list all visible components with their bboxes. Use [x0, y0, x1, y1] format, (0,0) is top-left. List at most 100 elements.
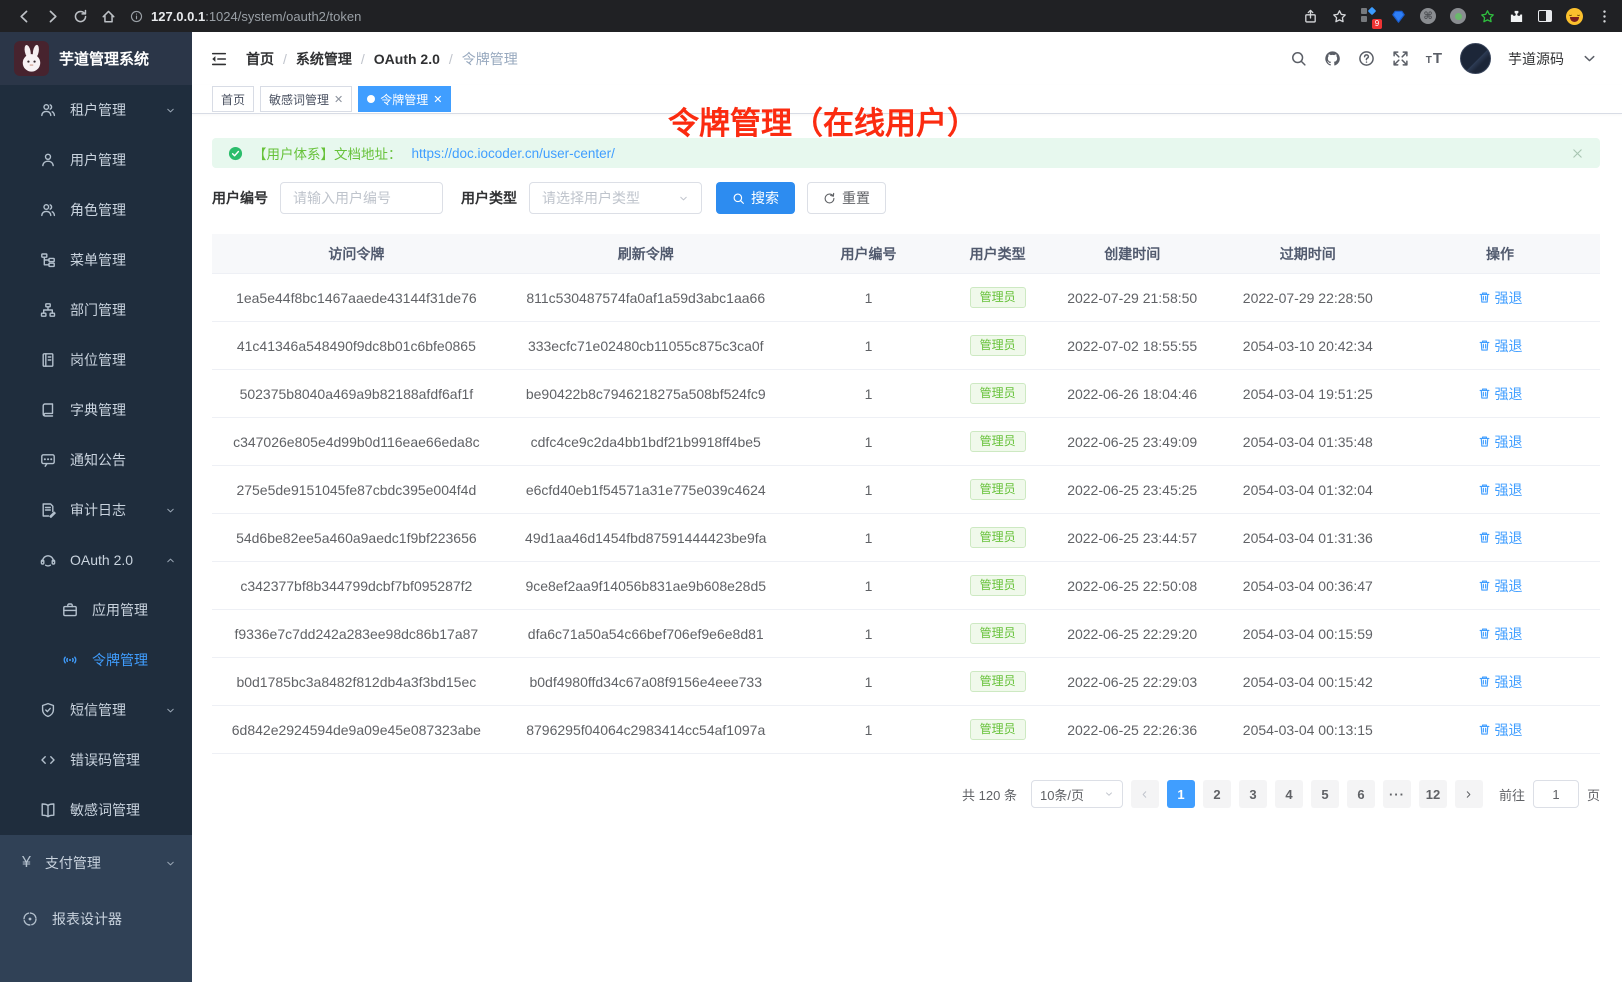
tab-label: 令牌管理 — [380, 91, 428, 108]
force-logout-button[interactable]: 强退 — [1478, 432, 1523, 452]
force-logout-button[interactable]: 强退 — [1478, 384, 1523, 404]
cell-user-id: 1 — [791, 338, 946, 354]
share-icon[interactable] — [1303, 9, 1318, 24]
browser-forward-button[interactable] — [38, 2, 66, 30]
search-button[interactable]: 搜索 — [716, 182, 795, 214]
cell-action: 强退 — [1400, 528, 1600, 548]
extension-cmd-icon[interactable]: ⌘ — [1420, 8, 1436, 24]
tab-close-icon[interactable]: ✕ — [433, 93, 442, 106]
site-info-icon[interactable] — [130, 10, 143, 23]
page-button-4[interactable]: 4 — [1275, 780, 1303, 808]
sidebar-item-租户管理[interactable]: 租户管理 — [0, 85, 192, 135]
page-button-2[interactable]: 2 — [1203, 780, 1231, 808]
user-type-select[interactable]: 请选择用户类型 — [529, 182, 702, 214]
search-icon[interactable] — [1290, 50, 1307, 67]
force-logout-button[interactable]: 强退 — [1478, 720, 1523, 740]
sidebar-collapse-icon[interactable] — [210, 50, 228, 68]
font-size-icon[interactable]: TT — [1426, 50, 1443, 67]
user-id-input[interactable] — [293, 190, 430, 206]
side-panel-icon[interactable] — [1538, 10, 1552, 22]
trash-icon — [1478, 579, 1491, 592]
tab-close-icon[interactable]: ✕ — [334, 93, 343, 106]
force-logout-button[interactable]: 强退 — [1478, 576, 1523, 596]
force-logout-button[interactable]: 强退 — [1478, 624, 1523, 644]
cell-created-time: 2022-06-25 23:45:25 — [1049, 482, 1216, 498]
page-ellipsis[interactable]: ··· — [1383, 780, 1411, 808]
browser-menu-icon[interactable] — [1597, 9, 1612, 24]
extension-colorpicker-icon[interactable]: 9 — [1361, 8, 1377, 24]
cell-created-time: 2022-07-02 18:55:55 — [1049, 338, 1216, 354]
user-avatar[interactable] — [1460, 43, 1491, 74]
sidebar-item-报表设计器[interactable]: 报表设计器 — [0, 891, 192, 947]
sidebar-item-OAuth 2.0[interactable]: OAuth 2.0 — [0, 535, 192, 585]
fullscreen-icon[interactable] — [1392, 50, 1409, 67]
app-icon — [62, 602, 78, 618]
alert-close-icon[interactable] — [1571, 147, 1584, 160]
extensions-puzzle-icon[interactable] — [1509, 9, 1524, 24]
extension-recorder-icon[interactable] — [1450, 8, 1466, 24]
sidebar-item-菜单管理[interactable]: 菜单管理 — [0, 235, 192, 285]
sidebar-item-label: 用户管理 — [70, 150, 126, 170]
profile-emoji-avatar[interactable] — [1566, 8, 1583, 25]
github-icon[interactable] — [1324, 50, 1341, 67]
sidebar-item-岗位管理[interactable]: 岗位管理 — [0, 335, 192, 385]
browser-home-button[interactable] — [94, 2, 122, 30]
sidebar-item-应用管理[interactable]: 应用管理 — [0, 585, 192, 635]
sidebar-item-label: 菜单管理 — [70, 250, 126, 270]
page-size-select[interactable]: 10条/页 — [1031, 780, 1123, 808]
breadcrumb-item[interactable]: 系统管理 — [296, 49, 352, 69]
cell-expire-time: 2054-03-10 20:42:34 — [1215, 338, 1400, 354]
prev-page-button[interactable] — [1131, 780, 1159, 808]
breadcrumb-item[interactable]: 首页 — [246, 49, 274, 69]
page-button-6[interactable]: 6 — [1347, 780, 1375, 808]
cell-access-token: 41c41346a548490f9dc8b01c6bfe0865 — [212, 338, 501, 354]
doc-link[interactable]: https://doc.iocoder.cn/user-center/ — [412, 146, 615, 161]
user-menu-caret-icon[interactable] — [1581, 50, 1598, 67]
force-logout-button[interactable]: 强退 — [1478, 528, 1523, 548]
sidebar-item-通知公告[interactable]: 通知公告 — [0, 435, 192, 485]
tab-令牌管理[interactable]: 令牌管理 ✕ — [358, 86, 451, 112]
table-row: 1ea5e44f8bc1467aaede43144f31de76811c5304… — [212, 274, 1600, 322]
browser-reload-button[interactable] — [66, 2, 94, 30]
breadcrumb-item[interactable]: OAuth 2.0 — [374, 51, 440, 67]
tab-敏感词管理[interactable]: 敏感词管理✕ — [260, 86, 352, 112]
tab-首页[interactable]: 首页 — [212, 86, 254, 112]
alert-text: 【用户体系】文档地址： — [253, 143, 402, 163]
page-button-3[interactable]: 3 — [1239, 780, 1267, 808]
force-logout-button[interactable]: 强退 — [1478, 672, 1523, 692]
extension-gem-icon[interactable] — [1391, 9, 1406, 24]
sidebar-item-错误码管理[interactable]: 错误码管理 — [0, 735, 192, 785]
next-page-button[interactable] — [1455, 780, 1483, 808]
sidebar-item-短信管理[interactable]: 短信管理 — [0, 685, 192, 735]
cell-refresh-token: 8796295f04064c2983414cc54af1097a — [501, 722, 791, 738]
force-logout-button[interactable]: 强退 — [1478, 336, 1523, 356]
address-bar[interactable]: 127.0.0.1:1024/system/oauth2/token — [130, 9, 1303, 24]
username[interactable]: 芋道源码 — [1508, 49, 1564, 69]
sidebar-item-角色管理[interactable]: 角色管理 — [0, 185, 192, 235]
sidebar-item-部门管理[interactable]: 部门管理 — [0, 285, 192, 335]
sidebar-item-字典管理[interactable]: 字典管理 — [0, 385, 192, 435]
goto-page-input[interactable] — [1533, 780, 1579, 808]
idcard-icon — [40, 352, 56, 368]
user-type-label: 用户类型 — [461, 188, 517, 208]
app-logo[interactable]: 芋道管理系统 — [0, 32, 192, 85]
reset-button[interactable]: 重置 — [807, 182, 886, 214]
sidebar-item-用户管理[interactable]: 用户管理 — [0, 135, 192, 185]
sidebar-item-令牌管理[interactable]: 令牌管理 — [0, 635, 192, 685]
force-logout-button[interactable]: 强退 — [1478, 480, 1523, 500]
cell-user-type: 管理员 — [946, 431, 1049, 453]
sidebar-item-敏感词管理[interactable]: 敏感词管理 — [0, 785, 192, 835]
page-button-5[interactable]: 5 — [1311, 780, 1339, 808]
browser-back-button[interactable] — [10, 2, 38, 30]
sidebar-item-审计日志[interactable]: 审计日志 — [0, 485, 192, 535]
extension-star-icon[interactable] — [1480, 9, 1495, 24]
page-button-1[interactable]: 1 — [1167, 780, 1195, 808]
cell-user-id: 1 — [791, 386, 946, 402]
help-icon[interactable] — [1358, 50, 1375, 67]
page-button-12[interactable]: 12 — [1419, 780, 1447, 808]
cell-expire-time: 2054-03-04 00:36:47 — [1215, 578, 1400, 594]
bookmark-star-icon[interactable] — [1332, 9, 1347, 24]
sidebar-item-支付管理[interactable]: ¥支付管理 — [0, 835, 192, 891]
force-logout-label: 强退 — [1495, 528, 1523, 548]
force-logout-button[interactable]: 强退 — [1478, 288, 1523, 308]
